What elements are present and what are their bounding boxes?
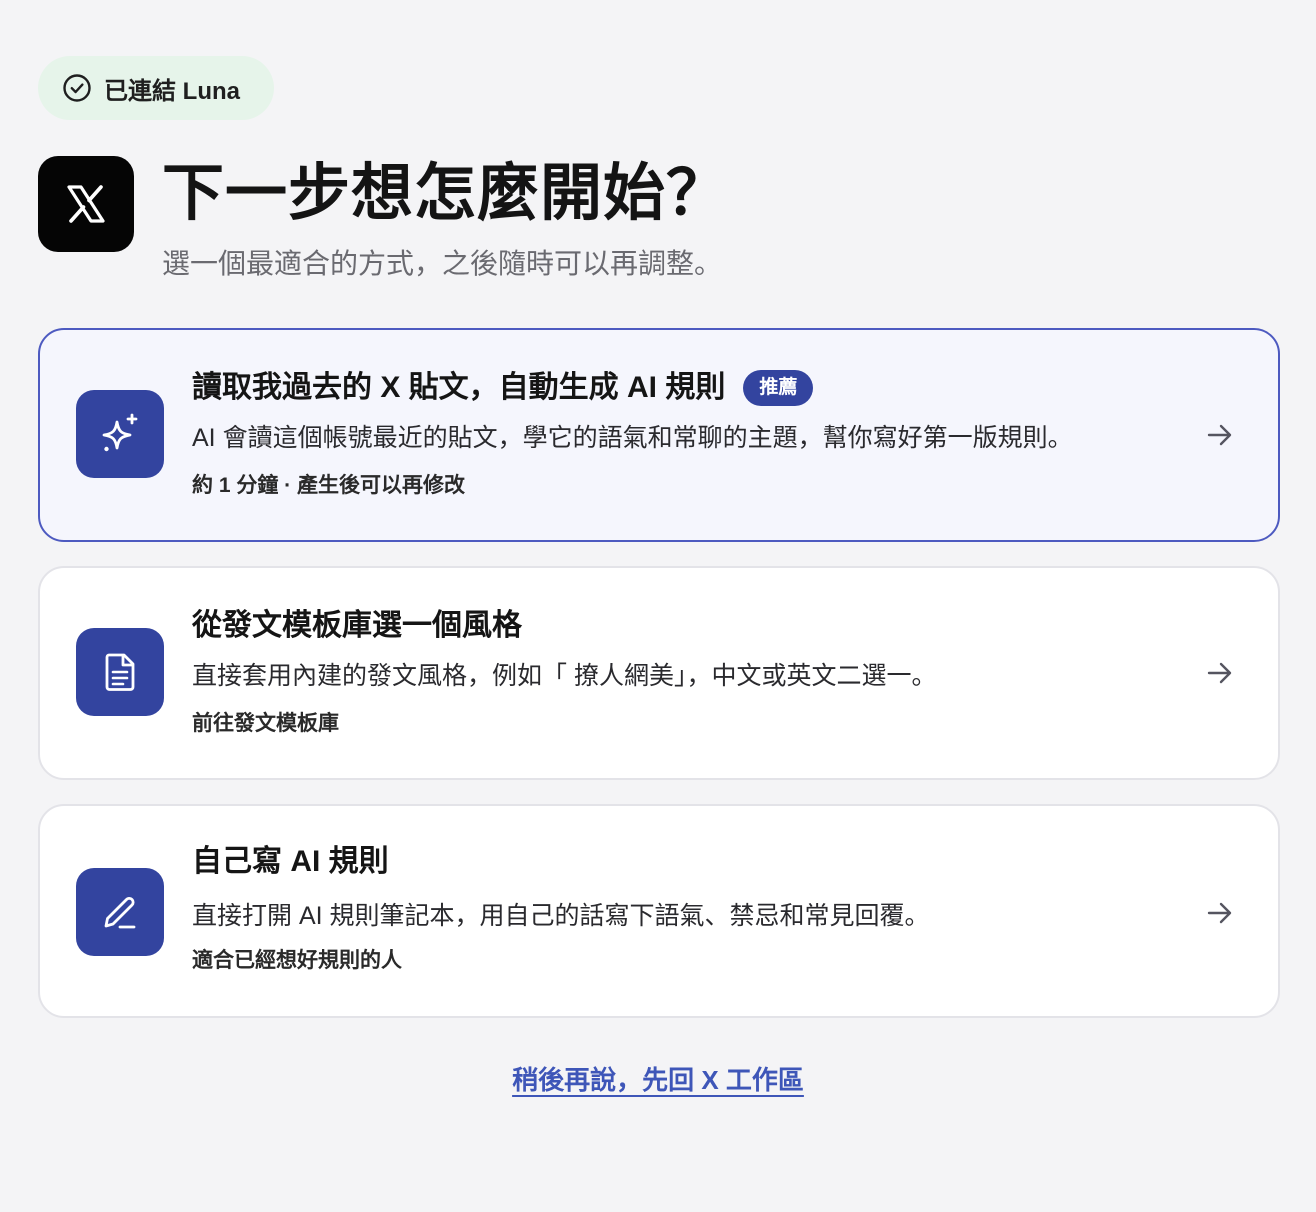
option-auto-generate-rules[interactable]: 讀取我過去的 X 貼文，自動生成 AI 規則 推薦 AI 會讀這個帳號最近的貼文… [38, 328, 1280, 542]
check-circle-icon [62, 73, 92, 103]
option-write-own-rules[interactable]: 自己寫 AI 規則 直接打開 AI 規則筆記本，用自己的話寫下語氣、禁忌和常見回… [38, 804, 1280, 1018]
page-subtitle: 選一個最適合的方式，之後隨時可以再調整。 [162, 248, 723, 279]
option-description: 直接打開 AI 規則筆記本，用自己的話寫下語氣、禁忌和常見回覆。 [192, 902, 930, 930]
status-badge-text: 已連結 Luna [104, 77, 240, 105]
option-title: 讀取我過去的 X 貼文，自動生成 AI 規則 推薦 [192, 368, 814, 408]
option-note: 約 1 分鐘 · 產生後可以再修改 [192, 474, 466, 497]
arrow-right-icon [1204, 897, 1236, 929]
back-to-workspace-link[interactable]: 稍後再說，先回 X 工作區 [512, 1065, 804, 1095]
arrow-right-icon [1204, 419, 1236, 451]
status-badge: 已連結 Luna [38, 56, 274, 120]
option-description: 直接套用內建的發文風格，例如「 撩人網美」，中文或英文二選一。 [192, 662, 937, 690]
sparkle-icon [76, 390, 164, 478]
option-note: 前往發文模板庫 [192, 712, 339, 735]
arrow-right-icon [1204, 657, 1236, 689]
page-title: 下一步想怎麼開始？ [162, 159, 730, 228]
option-note: 適合已經想好規則的人 [192, 949, 402, 972]
option-description: AI 會讀這個帳號最近的貼文，學它的語氣和常聊的主題，幫你寫好第一版規則。 [192, 424, 1073, 452]
option-title-text: 自己寫 AI 規則 [192, 845, 389, 878]
option-title: 自己寫 AI 規則 [192, 842, 389, 882]
pencil-icon [76, 868, 164, 956]
option-title-text: 讀取我過去的 X 貼文，自動生成 AI 規則 [192, 371, 726, 404]
option-template-library[interactable]: 從發文模板庫選一個風格 直接套用內建的發文風格，例如「 撩人網美」，中文或英文二… [38, 566, 1280, 780]
later-link-container: 稍後再說，先回 X 工作區 [0, 1060, 1316, 1097]
recommended-tag: 推薦 [743, 370, 814, 406]
x-logo-icon [38, 156, 134, 252]
document-icon [76, 628, 164, 716]
option-title: 從發文模板庫選一個風格 [192, 606, 522, 646]
option-title-text: 從發文模板庫選一個風格 [192, 609, 522, 642]
